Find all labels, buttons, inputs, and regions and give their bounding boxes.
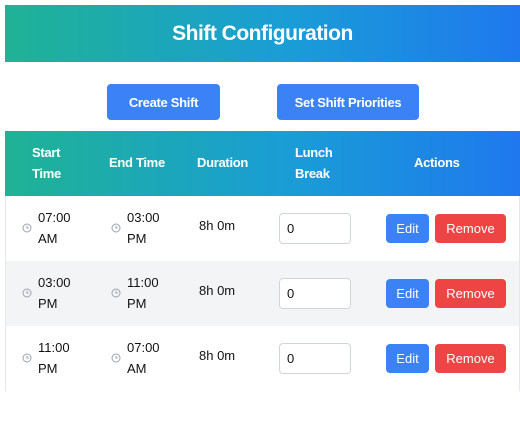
remove-button[interactable]: Remove [435,214,506,243]
clock-icon [22,288,32,298]
header-bar: Shift Configuration [5,5,520,62]
shift-configuration-page: Shift Configuration Create Shift Set Shi… [0,0,520,428]
lunch-break-input[interactable] [279,213,351,244]
end-time-cell: 11:00 PM [111,272,167,314]
edit-button[interactable]: Edit [386,344,429,373]
start-time-cell: 07:00 AM [22,207,78,249]
create-shift-button[interactable]: Create Shift [107,84,220,120]
remove-button[interactable]: Remove [435,344,506,373]
column-header-actions: Actions [414,155,460,170]
end-time: 03:00 PM [127,210,160,246]
end-time: 11:00 PM [127,275,159,311]
start-time-cell: 11:00 PM [22,337,78,379]
table-row: 03:00 PM 11:00 PM 8h 0m Edit Remove [6,261,519,326]
duration: 8h 0m [199,283,236,298]
start-time-cell: 03:00 PM [22,272,78,314]
remove-button[interactable]: Remove [435,279,506,308]
duration: 8h 0m [199,348,236,363]
edit-button[interactable]: Edit [386,279,429,308]
lunch-break-input[interactable] [279,278,351,309]
table-header: Start Time End Time Duration Lunch Break… [5,131,520,196]
page-title: Shift Configuration [172,21,353,45]
clock-icon [111,353,121,363]
table-row: 07:00 AM 03:00 PM 8h 0m Edit Remove [6,196,519,261]
clock-icon [111,223,121,233]
clock-icon [22,353,32,363]
start-time: 11:00 PM [38,340,70,376]
column-header-duration: Duration [197,155,249,170]
start-time: 03:00 PM [38,275,71,311]
lunch-break-input[interactable] [279,343,351,374]
column-header-end-time: End Time [109,155,165,170]
column-header-lunch-break: Lunch Break [295,145,333,181]
end-time-cell: 07:00 AM [111,337,167,379]
clock-icon [111,288,121,298]
edit-button[interactable]: Edit [386,214,429,243]
shifts-table: Start Time End Time Duration Lunch Break… [5,131,520,391]
clock-icon [22,223,32,233]
end-time: 07:00 AM [127,340,160,376]
set-shift-priorities-button[interactable]: Set Shift Priorities [277,84,419,120]
end-time-cell: 03:00 PM [111,207,167,249]
column-header-start-time: Start Time [32,145,61,181]
duration: 8h 0m [199,218,236,233]
table-row: 11:00 PM 07:00 AM 8h 0m Edit Remove [6,326,519,391]
start-time: 07:00 AM [38,210,71,246]
